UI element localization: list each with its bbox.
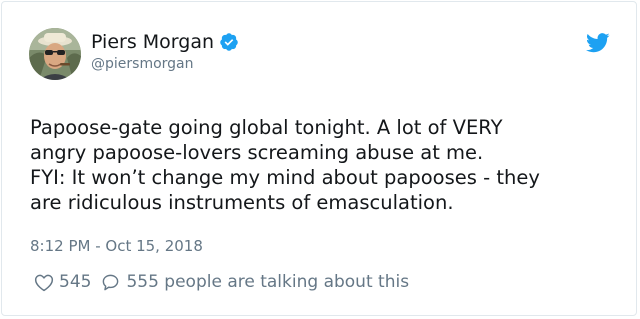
replies-count: 555 people are talking about this [126,272,410,292]
author-handle[interactable]: @piersmorgan [91,56,194,72]
tweet-text-line: FYI: It won’t change my mind about papoo… [30,166,540,189]
tweet-text-line: are ridiculous instruments of emasculati… [30,191,454,214]
author-display-name[interactable]: Piers Morgan [91,31,214,53]
like-button[interactable]: 545 [34,272,101,292]
tweet-card[interactable]: Piers Morgan @piersmorgan Papoose-gate g… [1,1,637,316]
tweet-text: Papoose-gate going global tonight. A lot… [30,115,620,215]
likes-count: 545 [59,272,92,292]
twitter-bird-icon[interactable] [586,33,610,53]
avatar-image [29,28,81,80]
tweet-text-line: angry papoose-lovers screaming abuse at … [30,141,484,164]
tweet-text-line: Papoose-gate going global tonight. A lot… [30,116,503,139]
reply-conversation-link[interactable]: 555 people are talking about this [101,272,409,292]
tweet-timestamp[interactable]: 8:12 PM - Oct 15, 2018 [30,237,203,255]
avatar[interactable] [29,28,81,80]
speech-bubble-icon [101,273,120,292]
author-name-row: Piers Morgan [91,31,239,53]
engagement-bar: 545 555 people are talking about this [34,272,409,292]
verified-badge-icon [219,32,239,52]
heart-icon [34,273,54,292]
